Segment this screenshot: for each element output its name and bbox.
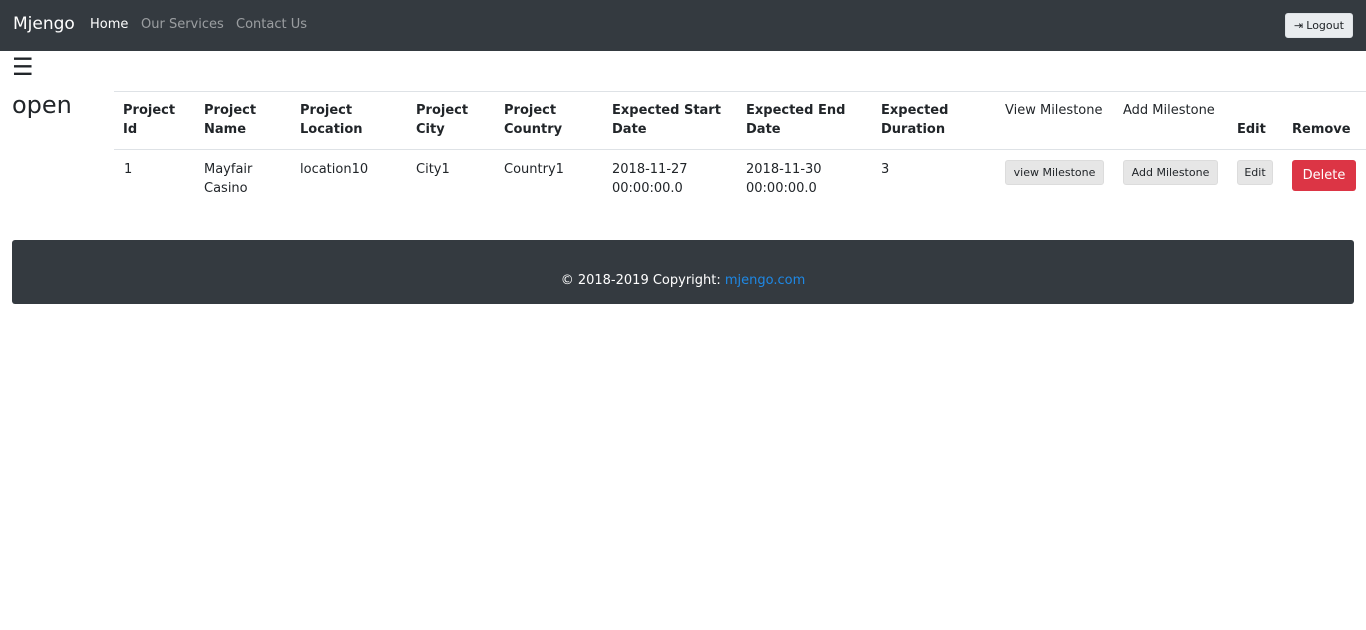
- nav-link-contact-us[interactable]: Contact Us: [236, 17, 307, 32]
- cell-project-id: 1: [124, 162, 133, 177]
- cell-expected-start: 2018-11-27 00:00:00.0: [612, 160, 688, 198]
- header-expected-start-date: Expected Start Date: [612, 101, 721, 139]
- header-project-location: Project Location: [300, 101, 363, 139]
- header-line: Location: [300, 122, 363, 137]
- header-line: City: [416, 122, 445, 137]
- cell-expected-duration: 3: [881, 162, 890, 177]
- header-line: Project: [504, 103, 557, 118]
- header-remove: Remove: [1292, 122, 1351, 137]
- cell-project-city: City1: [416, 162, 450, 177]
- header-edit: Edit: [1237, 122, 1266, 137]
- header-line: Expected: [881, 103, 949, 118]
- header-project-country: Project Country: [504, 101, 562, 139]
- header-project-id: Project Id: [123, 101, 175, 139]
- nav-link-home[interactable]: Home: [90, 17, 128, 32]
- header-line: Name: [204, 122, 247, 137]
- cell-line: Casino: [204, 181, 248, 196]
- footer-copyright: © 2018-2019 Copyright:: [560, 273, 721, 288]
- footer-link[interactable]: mjengo.com: [725, 273, 805, 288]
- header-expected-end-date: Expected End Date: [746, 101, 845, 139]
- header-line: Date: [746, 122, 781, 137]
- header-line: Expected Start: [612, 103, 721, 118]
- header-line: Project: [123, 103, 176, 118]
- header-line: Project: [416, 103, 469, 118]
- header-line: Date: [612, 122, 647, 137]
- cell-expected-end: 2018-11-30 00:00:00.0: [746, 160, 822, 198]
- header-line: Duration: [881, 122, 946, 137]
- cell-project-name: Mayfair Casino: [204, 160, 252, 198]
- cell-line: 2018-11-30: [746, 162, 822, 177]
- cell-line: 00:00:00.0: [612, 181, 683, 196]
- logout-button[interactable]: ⇥ Logout: [1285, 13, 1353, 38]
- sidebar-open-toggle[interactable]: open: [12, 91, 72, 119]
- table-header-border: [114, 149, 1366, 150]
- nav-link-our-services[interactable]: Our Services: [141, 17, 224, 32]
- header-add-milestone: Add Milestone: [1123, 103, 1215, 118]
- cell-project-location: location10: [300, 162, 369, 177]
- header-line: Country: [504, 122, 563, 137]
- view-milestone-button[interactable]: view Milestone: [1005, 160, 1104, 185]
- header-line: Project: [204, 103, 257, 118]
- header-project-name: Project Name: [204, 101, 256, 139]
- cell-line: 2018-11-27: [612, 162, 688, 177]
- footer: © 2018-2019 Copyright: mjengo.com: [12, 240, 1354, 304]
- header-line: Id: [123, 122, 138, 137]
- cell-line: Mayfair: [204, 162, 253, 177]
- delete-button[interactable]: Delete: [1292, 160, 1356, 191]
- edit-button[interactable]: Edit: [1237, 160, 1273, 185]
- brand-logo[interactable]: Mjengo: [13, 14, 75, 34]
- header-line: Project: [300, 103, 353, 118]
- header-view-milestone: View Milestone: [1005, 103, 1103, 118]
- cell-project-country: Country1: [504, 162, 564, 177]
- add-milestone-button[interactable]: Add Milestone: [1123, 160, 1218, 185]
- logout-label: Logout: [1306, 19, 1344, 32]
- header-project-city: Project City: [416, 101, 468, 139]
- cell-line: 00:00:00.0: [746, 181, 817, 196]
- table-top-border: [114, 91, 1366, 92]
- menu-icon[interactable]: ☰: [12, 55, 34, 79]
- top-navbar: Mjengo Home Our Services Contact Us ⇥ Lo…: [0, 0, 1366, 51]
- header-line: Expected End: [746, 103, 846, 118]
- sign-in-icon: ⇥: [1294, 19, 1304, 32]
- header-expected-duration: Expected Duration: [881, 101, 948, 139]
